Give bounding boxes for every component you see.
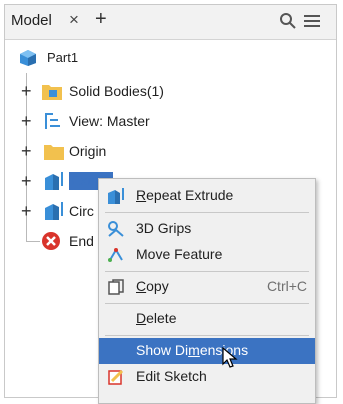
menu-separator <box>105 271 309 272</box>
menu-item-show-dimensions[interactable]: Show Dimensions <box>99 338 315 364</box>
tree-item-view-master[interactable]: + View: Master <box>13 109 313 133</box>
extrusion-icon <box>43 200 65 227</box>
menu-item-label: Repeat Extrude <box>136 187 234 203</box>
add-tab-icon[interactable]: + <box>95 8 107 31</box>
menu-item-label: Move Feature <box>136 246 223 262</box>
tree-item-origin[interactable]: + Origin <box>13 139 313 163</box>
folder-icon <box>43 141 65 166</box>
part-cube-icon <box>19 49 37 72</box>
edit-sketch-icon <box>107 368 125 391</box>
copy-icon <box>107 278 125 301</box>
hamburger-menu-icon[interactable] <box>303 13 321 34</box>
tree-root-label: Part1 <box>47 50 79 65</box>
expand-icon[interactable]: + <box>21 172 32 190</box>
move-feature-icon <box>107 246 125 269</box>
expand-icon[interactable]: + <box>21 202 32 220</box>
menu-item-label: Delete <box>136 310 177 326</box>
menu-item-label: Edit Sketch <box>136 368 207 384</box>
menu-item-shortcut: Ctrl+C <box>266 278 307 294</box>
extrude-icon <box>107 187 125 210</box>
tab-model[interactable]: Model <box>11 12 52 29</box>
menu-item-move-feature[interactable]: Move Feature <box>99 242 315 268</box>
browser-header: Model × + <box>5 5 336 40</box>
menu-item-repeat-extrude[interactable]: Repeat Extrude <box>99 183 315 209</box>
tree-item-label: Circ <box>69 203 94 219</box>
expand-icon[interactable]: + <box>21 112 32 130</box>
menu-separator <box>105 335 309 336</box>
menu-item-copy[interactable]: Copy Ctrl+C <box>99 274 315 300</box>
expand-icon[interactable]: + <box>21 82 32 100</box>
menu-item-3d-grips[interactable]: 3D Grips <box>99 216 315 242</box>
tree-item-solid-bodies[interactable]: + Solid Bodies(1) <box>13 79 313 103</box>
context-menu: Repeat Extrude 3D Grips Move Feature Cop… <box>98 178 316 404</box>
menu-item-label: 3D Grips <box>136 220 192 236</box>
tab-close-icon[interactable]: × <box>69 10 79 30</box>
tree-item-label: Solid Bodies(1) <box>69 83 164 99</box>
extrusion-icon <box>43 170 65 197</box>
view-icon <box>43 111 63 136</box>
menu-item-edit-sketch[interactable]: Edit Sketch <box>99 364 315 390</box>
expand-icon[interactable]: + <box>21 142 32 160</box>
tree-item-label: Origin <box>69 143 107 159</box>
menu-item-label: Copy <box>136 278 169 294</box>
menu-item-delete[interactable]: Delete <box>99 306 315 332</box>
3d-grips-icon <box>107 220 125 243</box>
tree-item-label: View: Master <box>69 113 150 129</box>
search-icon[interactable] <box>279 12 297 35</box>
menu-separator <box>105 212 309 213</box>
menu-separator <box>105 303 309 304</box>
tree-item-label: End <box>69 233 94 249</box>
mouse-pointer-icon <box>222 346 238 374</box>
end-of-part-icon <box>41 231 61 256</box>
folder-solid-bodies-icon <box>41 81 63 106</box>
